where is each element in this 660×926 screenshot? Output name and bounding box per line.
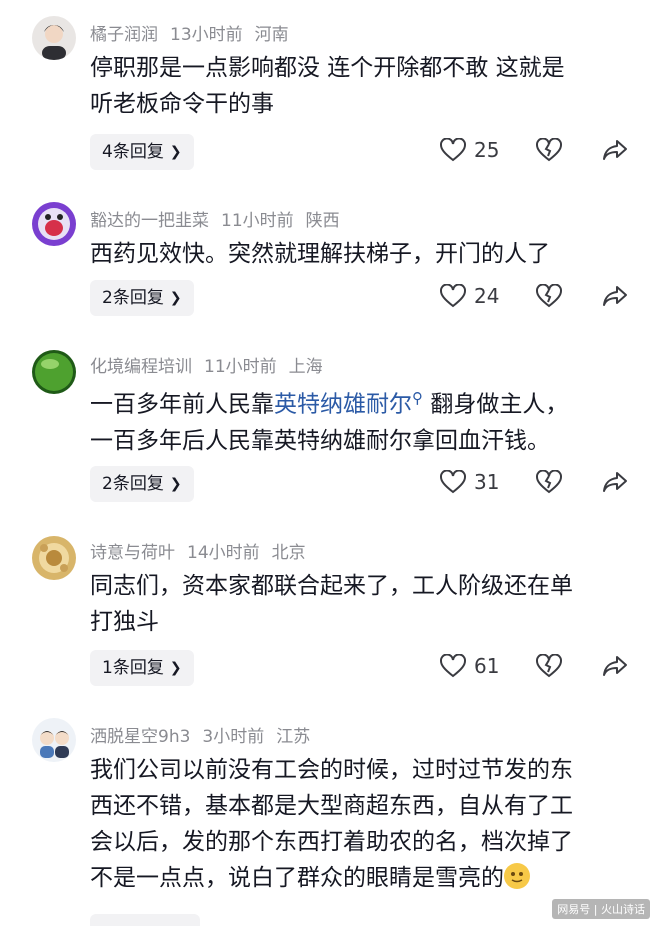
like-count: 31 [474, 470, 500, 494]
share-button[interactable] [602, 470, 628, 498]
comment-text-line: 同志们，资本家都联合起来了，工人阶级还在单 [90, 573, 573, 599]
comment-text-line: 一百多年前人民靠英特纳雄耐尔⚲ 翻身做主人， [90, 380, 650, 423]
broken-heart-icon [536, 283, 562, 308]
comment-text-line: 西药见效快。突然就理解扶梯子，开门的人了 [90, 241, 550, 267]
comment-text-line: 一百多年后人民靠英特纳雄耐尔拿回血汗钱。 [90, 427, 550, 454]
broken-heart-icon [536, 653, 562, 678]
dislike-button[interactable] [536, 469, 562, 498]
comment-text-line: 我们公司以前没有工会的时候，过时过节发的东 [90, 757, 573, 783]
comment-time: 11小时前 [221, 211, 294, 231]
heart-icon [440, 654, 466, 678]
share-button[interactable] [602, 654, 628, 682]
view-replies-button[interactable]: 2条回复 ❯ [90, 466, 194, 502]
comment-meta: 化境编程培训 11小时前 上海 [90, 352, 335, 377]
search-icon[interactable]: ⚲ [412, 389, 423, 407]
comment-time: 11小时前 [204, 357, 277, 377]
broken-heart-icon [536, 137, 562, 162]
comment-text-segment: 不是一点点，说白了群众的眼睛是雪亮的 [90, 865, 504, 891]
username[interactable]: 化境编程培训 [90, 357, 192, 377]
comment-text-line: 停职那是一点影响都没 连个开除都不敢 这就是 [90, 55, 565, 81]
like-count: 61 [474, 654, 500, 678]
reply-count-label: 2条回复 [102, 474, 164, 494]
like-count: 24 [474, 284, 500, 308]
reply-count-label: 2条回复 [102, 288, 164, 308]
comment-actions: 31 [440, 466, 640, 502]
comment-time: 14小时前 [187, 543, 260, 563]
emoji-icon [504, 863, 530, 889]
comment-text-line: 不是一点点，说白了群众的眼睛是雪亮的 [90, 860, 630, 896]
comment-text-line: 西还不错，基本都是大型商超东西，自从有了工 [90, 793, 573, 819]
username[interactable]: 诗意与荷叶 [90, 543, 175, 563]
like-button[interactable]: 25 [440, 138, 499, 162]
avatar[interactable] [32, 350, 76, 394]
avatar[interactable] [32, 16, 76, 60]
like-count: 25 [474, 138, 500, 162]
comment-text-line: 听老板命令干的事 [90, 91, 274, 117]
comment-location: 陕西 [305, 211, 340, 231]
dislike-button[interactable] [536, 137, 562, 166]
like-button[interactable]: 24 [440, 284, 499, 308]
chevron-right-icon: ❯ [169, 290, 182, 306]
comment-time: 13小时前 [170, 25, 243, 45]
comment-text[interactable]: 一百多年前人民靠英特纳雄耐尔⚲ 翻身做主人， 一百多年后人民靠英特纳雄耐尔拿回血… [90, 380, 650, 459]
comment-text[interactable]: 我们公司以前没有工会的时候，过时过节发的东 西还不错，基本都是大型商超东西，自从… [90, 752, 630, 896]
comment-meta: 豁达的一把韭菜 11小时前 陕西 [90, 206, 352, 231]
share-icon [603, 286, 627, 306]
share-button[interactable] [602, 138, 628, 166]
comment-location: 河南 [254, 25, 289, 45]
comment-text-line: 会以后，发的那个东西打着助农的名，档次掉了 [90, 829, 573, 855]
reply-count-label: 1条回复 [102, 658, 164, 678]
watermark: 网易号 | 火山诗话 [552, 899, 650, 919]
share-icon [603, 472, 627, 492]
comment-location: 上海 [288, 357, 323, 377]
chevron-right-icon: ❯ [169, 476, 182, 492]
heart-icon [440, 138, 466, 162]
comment-meta: 洒脱星空9h3 3小时前 江苏 [90, 722, 322, 747]
comment-meta: 橘子润润 13小时前 河南 [90, 20, 301, 45]
broken-heart-icon [536, 469, 562, 494]
comment-location: 江苏 [276, 727, 311, 747]
comment-actions: 61 [440, 650, 640, 686]
username[interactable]: 橘子润润 [90, 25, 158, 45]
like-button[interactable]: 31 [440, 470, 499, 494]
avatar[interactable] [32, 202, 76, 246]
heart-icon [440, 470, 466, 494]
avatar[interactable] [32, 718, 76, 762]
heart-icon [440, 284, 466, 308]
comment-actions: 24 [440, 280, 640, 316]
comment-time: 3小时前 [202, 727, 265, 747]
reply-count-label: 4条回复 [102, 142, 164, 162]
view-replies-button[interactable]: 1条回复 ❯ [90, 650, 194, 686]
share-icon [603, 140, 627, 160]
comment-location: 北京 [271, 543, 306, 563]
comment-actions: 25 [440, 134, 640, 170]
keyword-link[interactable]: 英特纳雄耐尔 [274, 392, 412, 418]
view-replies-button[interactable]: 2条回复 ❯ [90, 280, 194, 316]
share-button[interactable] [602, 284, 628, 312]
chevron-right-icon: ❯ [169, 144, 182, 160]
dislike-button[interactable] [536, 283, 562, 312]
comment-text-line: 打独斗 [90, 609, 159, 635]
username[interactable]: 豁达的一把韭菜 [90, 211, 209, 231]
share-icon [603, 656, 627, 676]
comment-meta: 诗意与荷叶 14小时前 北京 [90, 538, 318, 563]
dislike-button[interactable] [536, 653, 562, 682]
comment-text[interactable]: 停职那是一点影响都没 连个开除都不敢 这就是 听老板命令干的事 [90, 50, 630, 122]
like-button[interactable]: 61 [440, 654, 499, 678]
comment-text[interactable]: 同志们，资本家都联合起来了，工人阶级还在单 打独斗 [90, 568, 630, 640]
comment-text-segment: 一百多年前人民靠 [90, 391, 274, 418]
username[interactable]: 洒脱星空9h3 [90, 727, 190, 747]
chevron-right-icon: ❯ [169, 660, 182, 676]
avatar[interactable] [32, 536, 76, 580]
view-replies-button[interactable]: 4条回复 ❯ [90, 134, 194, 170]
comment-text[interactable]: 西药见效快。突然就理解扶梯子，开门的人了 [90, 236, 630, 272]
comment-text-segment: 翻身做主人， [430, 391, 569, 418]
view-replies-button[interactable] [90, 914, 200, 926]
